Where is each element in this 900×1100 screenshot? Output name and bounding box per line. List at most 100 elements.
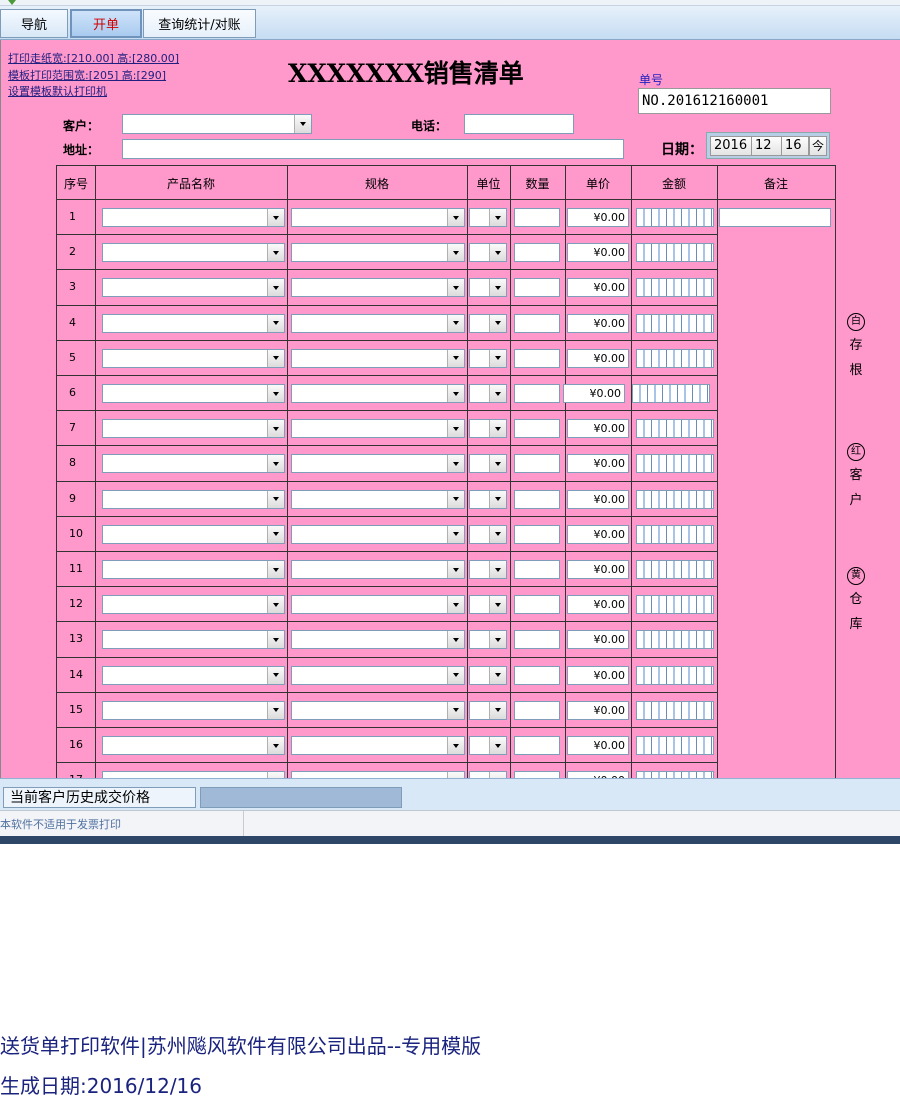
spec-combo[interactable]: [291, 630, 465, 650]
unit-combo[interactable]: [469, 736, 507, 755]
product-combo[interactable]: [102, 595, 285, 615]
spec-combo[interactable]: [291, 595, 465, 615]
product-combo[interactable]: [102, 454, 285, 474]
chevron-down-icon[interactable]: [489, 349, 506, 367]
product-combo[interactable]: [102, 419, 285, 439]
chevron-down-icon[interactable]: [294, 115, 311, 133]
chevron-down-icon[interactable]: [447, 279, 464, 297]
chevron-down-icon[interactable]: [489, 244, 506, 262]
unit-price-field[interactable]: ¥0.00: [567, 524, 629, 544]
chevron-down-icon[interactable]: [489, 420, 506, 438]
product-combo[interactable]: [102, 665, 285, 685]
chevron-down-icon[interactable]: [447, 490, 464, 508]
chevron-down-icon[interactable]: [267, 631, 284, 649]
product-combo[interactable]: [102, 313, 285, 333]
quantity-field[interactable]: [514, 560, 560, 579]
spec-combo[interactable]: [291, 560, 465, 579]
chevron-down-icon[interactable]: [267, 244, 284, 262]
quantity-field[interactable]: [514, 700, 560, 720]
chevron-down-icon[interactable]: [489, 525, 506, 543]
chevron-down-icon[interactable]: [267, 420, 284, 438]
quantity-field[interactable]: [514, 243, 560, 263]
product-combo[interactable]: [102, 348, 285, 368]
chevron-down-icon[interactable]: [267, 385, 284, 402]
quantity-field[interactable]: [514, 454, 560, 474]
unit-price-field[interactable]: ¥0.00: [567, 736, 629, 755]
product-combo[interactable]: [102, 524, 285, 544]
date-picker[interactable]: 2016 12 16 今: [706, 132, 830, 159]
unit-price-field[interactable]: ¥0.00: [567, 560, 629, 579]
unit-combo[interactable]: [469, 771, 507, 778]
history-price-label[interactable]: 当前客户历史成交价格: [3, 787, 196, 808]
chevron-down-icon[interactable]: [489, 314, 506, 332]
product-combo[interactable]: [102, 630, 285, 650]
date-month[interactable]: 12: [751, 136, 783, 156]
chevron-down-icon[interactable]: [267, 525, 284, 543]
product-combo[interactable]: [102, 771, 285, 778]
quantity-field[interactable]: [514, 208, 560, 227]
quantity-field[interactable]: [514, 595, 560, 615]
unit-price-field[interactable]: ¥0.00: [567, 419, 629, 439]
unit-combo[interactable]: [469, 348, 507, 368]
chevron-down-icon[interactable]: [267, 561, 284, 578]
print-range-link[interactable]: 模板打印范围宽:[205] 高:[290]: [8, 67, 166, 83]
tab-navigation[interactable]: 导航: [0, 9, 68, 38]
chevron-down-icon[interactable]: [447, 455, 464, 473]
spec-combo[interactable]: [291, 454, 465, 474]
unit-price-field[interactable]: ¥0.00: [563, 384, 625, 403]
unit-combo[interactable]: [469, 489, 507, 509]
chevron-down-icon[interactable]: [267, 490, 284, 508]
chevron-down-icon[interactable]: [489, 209, 506, 226]
chevron-down-icon[interactable]: [489, 455, 506, 473]
chevron-down-icon[interactable]: [267, 349, 284, 367]
product-combo[interactable]: [102, 560, 285, 579]
unit-price-field[interactable]: ¥0.00: [567, 278, 629, 298]
quantity-field[interactable]: [514, 771, 560, 778]
chevron-down-icon[interactable]: [447, 244, 464, 262]
unit-combo[interactable]: [469, 630, 507, 650]
chevron-down-icon[interactable]: [267, 209, 284, 226]
address-field[interactable]: [122, 139, 624, 159]
unit-price-field[interactable]: ¥0.00: [567, 630, 629, 650]
unit-combo[interactable]: [469, 243, 507, 263]
unit-price-field[interactable]: ¥0.00: [567, 700, 629, 720]
chevron-down-icon[interactable]: [447, 701, 464, 719]
order-number-field[interactable]: NO.201612160001: [638, 88, 831, 114]
chevron-down-icon[interactable]: [267, 279, 284, 297]
quantity-field[interactable]: [514, 630, 560, 650]
product-combo[interactable]: [102, 489, 285, 509]
chevron-down-icon[interactable]: [267, 455, 284, 473]
unit-combo[interactable]: [469, 560, 507, 579]
chevron-down-icon[interactable]: [267, 737, 284, 754]
chevron-down-icon[interactable]: [267, 666, 284, 684]
chevron-down-icon[interactable]: [267, 701, 284, 719]
spec-combo[interactable]: [291, 278, 465, 298]
spec-combo[interactable]: [291, 736, 465, 755]
chevron-down-icon[interactable]: [447, 596, 464, 614]
chevron-down-icon[interactable]: [489, 279, 506, 297]
unit-combo[interactable]: [469, 700, 507, 720]
chevron-down-icon[interactable]: [489, 385, 506, 402]
chevron-down-icon[interactable]: [447, 737, 464, 754]
quantity-field[interactable]: [514, 489, 560, 509]
unit-price-field[interactable]: ¥0.00: [567, 208, 629, 227]
unit-price-field[interactable]: ¥0.00: [567, 771, 629, 778]
product-combo[interactable]: [102, 384, 285, 403]
chevron-down-icon[interactable]: [489, 631, 506, 649]
date-day[interactable]: 16: [781, 136, 809, 156]
quantity-field[interactable]: [514, 665, 560, 685]
quantity-field[interactable]: [514, 278, 560, 298]
customer-combo[interactable]: [122, 114, 312, 134]
unit-combo[interactable]: [469, 208, 507, 227]
chevron-down-icon[interactable]: [489, 561, 506, 578]
spec-combo[interactable]: [291, 208, 465, 227]
unit-combo[interactable]: [469, 384, 507, 403]
unit-price-field[interactable]: ¥0.00: [567, 489, 629, 509]
unit-combo[interactable]: [469, 665, 507, 685]
chevron-down-icon[interactable]: [447, 420, 464, 438]
spec-combo[interactable]: [291, 313, 465, 333]
chevron-down-icon[interactable]: [267, 314, 284, 332]
unit-price-field[interactable]: ¥0.00: [567, 454, 629, 474]
unit-price-field[interactable]: ¥0.00: [567, 313, 629, 333]
spec-combo[interactable]: [291, 665, 465, 685]
